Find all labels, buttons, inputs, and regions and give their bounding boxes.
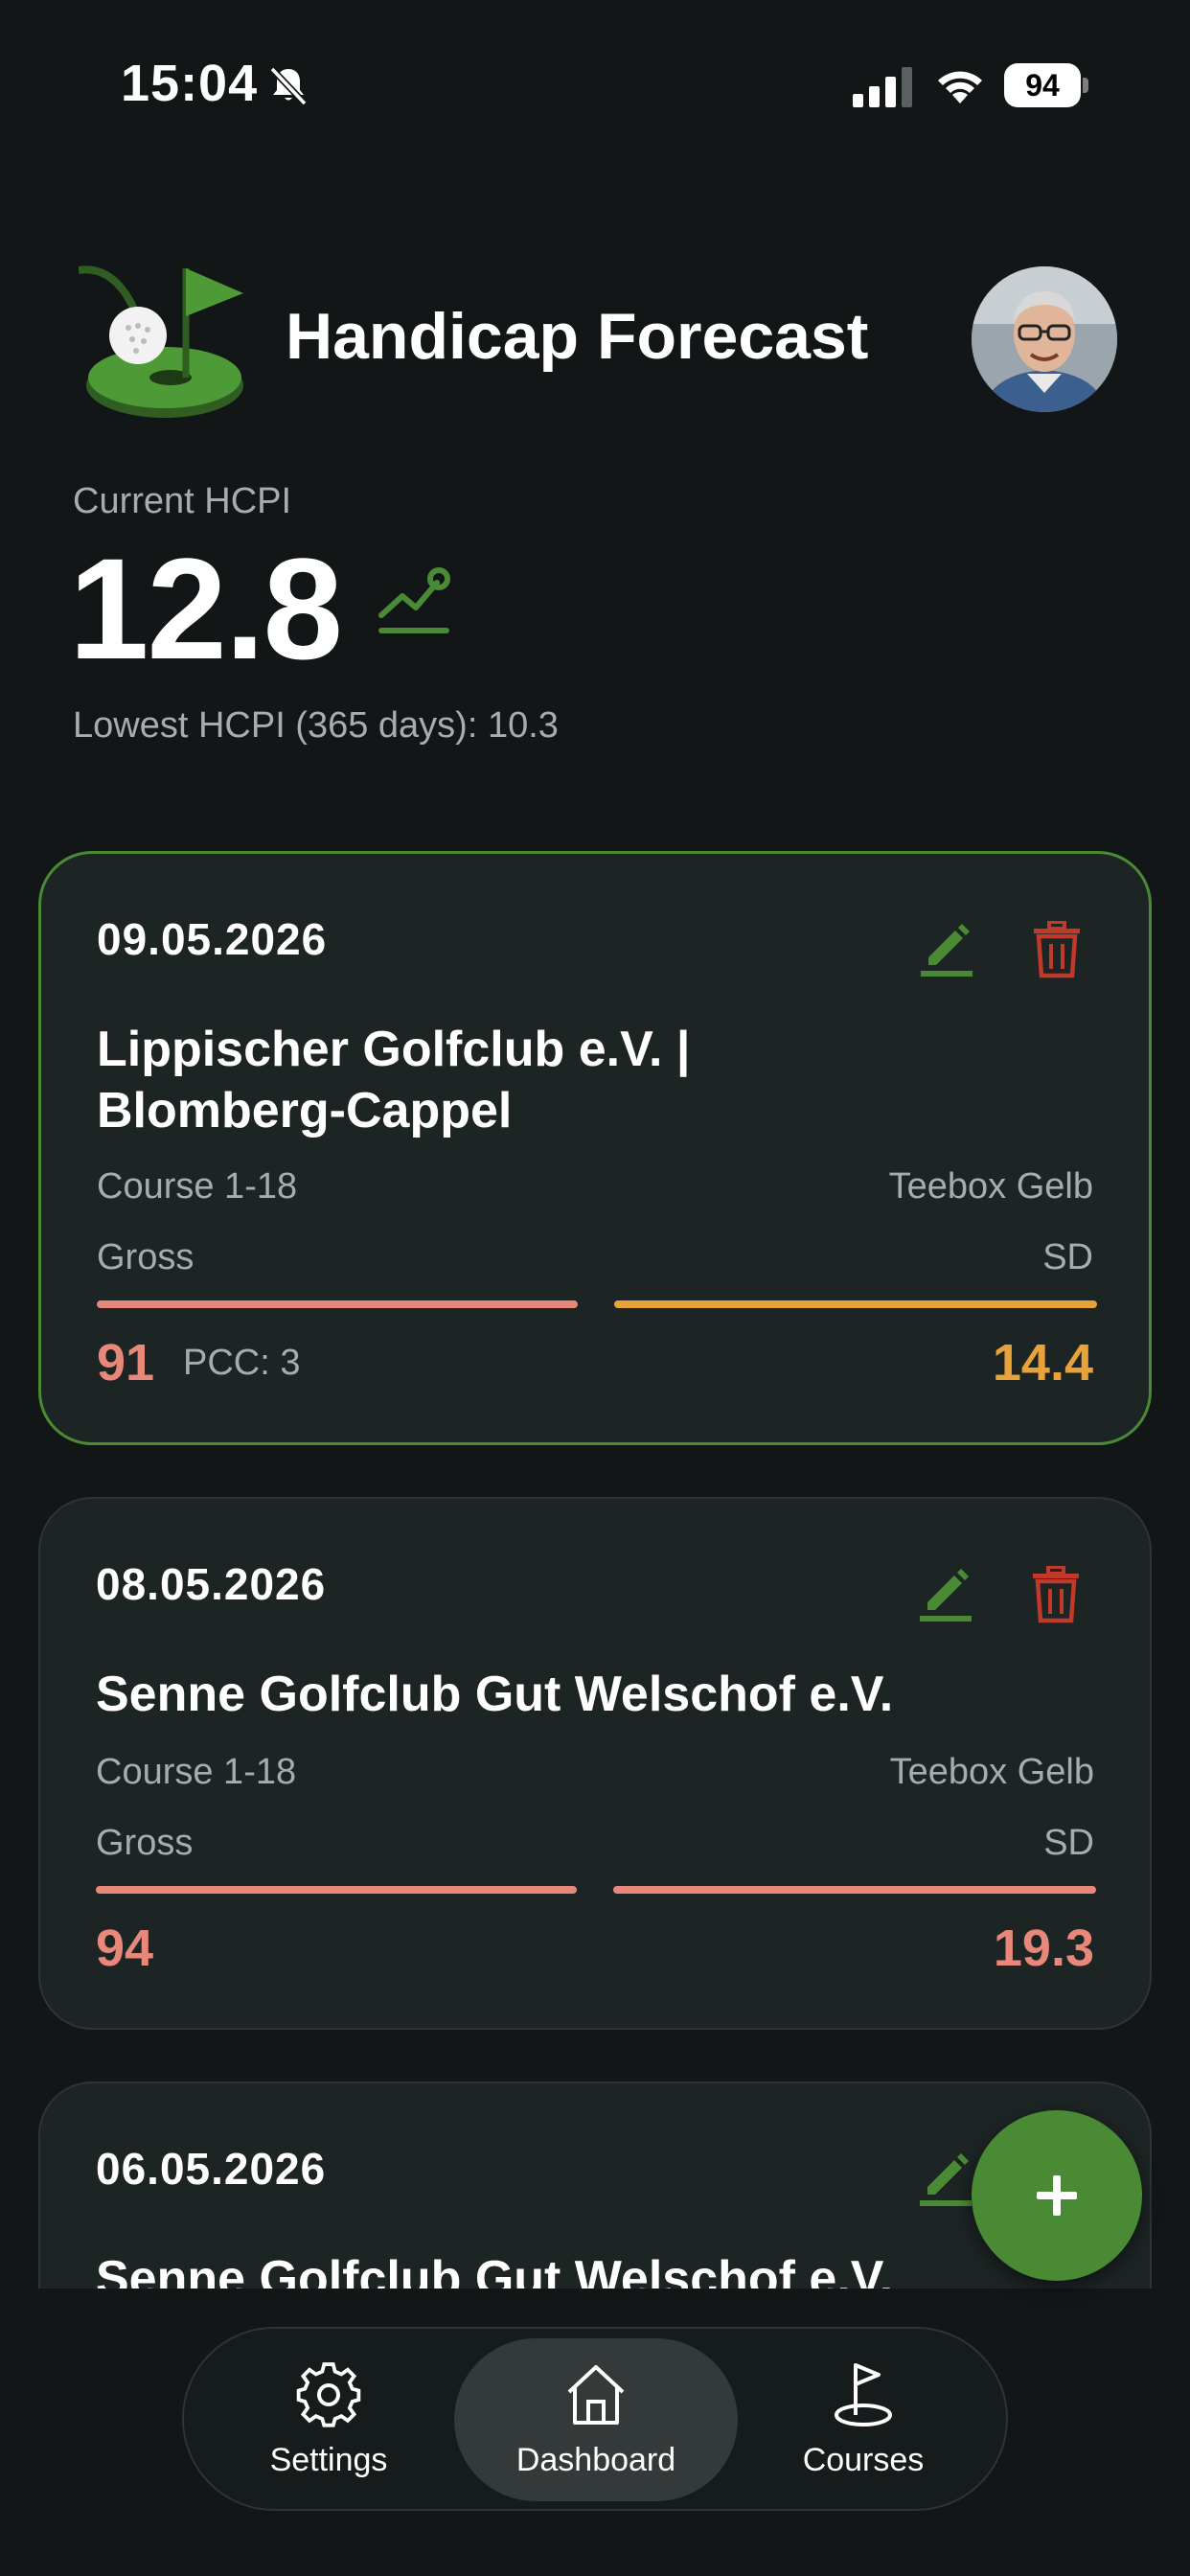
round-date: 06.05.2026	[96, 2144, 327, 2194]
sd-value: 14.4	[992, 1334, 1093, 1392]
round-date: 09.05.2026	[97, 914, 328, 964]
add-round-button[interactable]	[972, 2110, 1142, 2281]
teebox: Teebox Gelb	[888, 1166, 1093, 1207]
gear-icon	[296, 2361, 361, 2427]
teebox: Teebox Gelb	[889, 1752, 1094, 1792]
sd-bar	[613, 1886, 1096, 1894]
edit-icon[interactable]	[917, 921, 976, 980]
scroll-content[interactable]: Handicap Forecast Current HCPI 12.8 Lowe…	[0, 0, 1190, 2288]
trash-icon[interactable]	[1031, 1566, 1081, 1623]
gross-label: Gross	[96, 1823, 194, 1863]
tab-label: Settings	[269, 2441, 388, 2478]
course-name: Senne Golfclub Gut Welschof e.V.	[96, 1667, 894, 1722]
tab-settings[interactable]: Settings	[203, 2338, 454, 2501]
gross-score: 94	[96, 1920, 154, 1977]
sd-label: SD	[1042, 1237, 1093, 1277]
tab-bar: Settings Dashboard Courses	[182, 2327, 1008, 2511]
plus-icon	[1037, 2175, 1077, 2216]
course-name: Senne Golfclub Gut Welschof e.V.	[96, 2251, 894, 2288]
golf-logo-icon	[79, 265, 243, 418]
hcpi-value: 12.8	[69, 528, 343, 689]
round-date: 08.05.2026	[96, 1559, 327, 1609]
gross-label: Gross	[97, 1237, 195, 1277]
hcpi-lowest: Lowest HCPI (365 days): 10.3	[73, 705, 559, 746]
sd-value: 19.3	[993, 1920, 1094, 1977]
gross-score: 91	[97, 1334, 155, 1392]
edit-icon[interactable]	[916, 2150, 975, 2210]
gross-bar	[97, 1300, 578, 1308]
sd-label: SD	[1043, 1823, 1094, 1863]
trash-icon[interactable]	[1032, 921, 1082, 978]
tab-label: Courses	[802, 2441, 925, 2478]
course-holes: Course 1-18	[96, 1752, 297, 1792]
trend-chart-icon[interactable]	[378, 565, 454, 638]
tab-courses[interactable]: Courses	[738, 2338, 989, 2501]
sd-bar	[614, 1300, 1097, 1308]
course-name: Lippischer Golfclub e.V. | Blomberg-Capp…	[97, 1022, 691, 1138]
round-card[interactable]: 08.05.2026 Senne Golfclub Gut Welschof e…	[38, 1497, 1152, 2030]
edit-icon[interactable]	[916, 1566, 975, 1625]
home-icon	[567, 2364, 625, 2425]
hcpi-label: Current HCPI	[73, 481, 292, 521]
course-holes: Course 1-18	[97, 1166, 298, 1207]
tab-dashboard[interactable]: Dashboard	[454, 2338, 738, 2501]
avatar[interactable]	[972, 266, 1117, 412]
tab-label: Dashboard	[515, 2441, 676, 2478]
round-card[interactable]: 09.05.2026 Lippischer Golfclub e.V. | Bl…	[38, 851, 1152, 1445]
pcc-value: PCC: 3	[183, 1343, 301, 1383]
gross-bar	[96, 1886, 577, 1894]
page-title: Handicap Forecast	[286, 300, 869, 373]
flag-icon	[835, 2362, 892, 2426]
